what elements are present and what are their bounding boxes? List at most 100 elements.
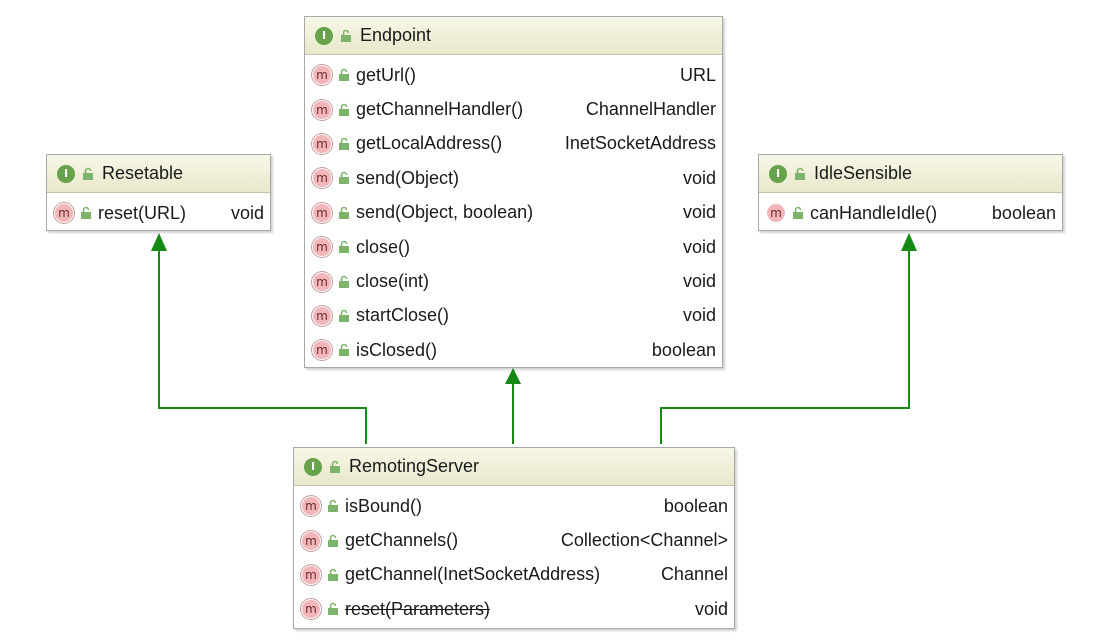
method-row[interactable]: m getChannelHandler() ChannelHandler (305, 92, 722, 126)
method-return-type: boolean (991, 202, 1056, 223)
public-lock-icon (328, 534, 338, 547)
method-row[interactable]: m close(int) void (305, 264, 722, 298)
method-return-type: void (682, 305, 716, 326)
method-m-icon: m (313, 203, 331, 222)
method-return-type: URL (679, 64, 716, 85)
interface-header: I Endpoint (305, 17, 722, 55)
method-row[interactable]: m getChannel(InetSocketAddress) Channel (294, 558, 734, 592)
method-return-type: boolean (651, 339, 716, 360)
interface-i-icon: I (304, 457, 322, 476)
interface-i-icon: I (57, 164, 75, 183)
method-return-type: void (682, 236, 716, 257)
method-return-type: void (230, 202, 264, 223)
public-lock-icon (328, 568, 338, 581)
method-name: startClose() (356, 305, 450, 326)
method-m-icon: m (302, 565, 320, 584)
method-return-type: void (682, 202, 716, 223)
method-m-icon: m (313, 238, 331, 257)
method-row[interactable]: m startClose() void (305, 299, 722, 333)
arrowhead-resetable (151, 233, 167, 251)
public-lock-icon (339, 206, 349, 219)
public-lock-icon (339, 344, 349, 357)
method-name: getUrl() (356, 64, 417, 85)
interface-title: IdleSensible (814, 163, 913, 183)
method-m-icon: m (313, 341, 331, 360)
public-lock-icon (330, 460, 340, 473)
public-lock-icon (339, 68, 349, 82)
public-lock-icon (341, 29, 351, 42)
method-return-type: Collection<Channel> (560, 530, 728, 551)
interface-i-icon: I (769, 164, 787, 183)
method-name: getLocalAddress() (356, 133, 503, 154)
method-list: m reset(URL) void (47, 193, 270, 230)
method-name: getChannelHandler() (356, 99, 524, 120)
public-lock-icon (339, 172, 349, 185)
method-list: m canHandleIdle() boolean (759, 193, 1062, 230)
method-name: getChannels() (345, 530, 459, 551)
method-row[interactable]: m send(Object, boolean) void (305, 196, 722, 230)
method-m-icon: m (313, 134, 331, 153)
interface-idlesensible[interactable]: I IdleSensible m canHandleIdle() boolean (758, 154, 1063, 231)
interface-i-icon: I (315, 26, 333, 45)
public-lock-icon (328, 603, 338, 616)
method-m-icon: m (302, 600, 320, 619)
public-lock-icon (339, 103, 349, 116)
interface-title: Resetable (102, 163, 184, 183)
method-name: canHandleIdle() (810, 202, 938, 223)
public-lock-icon (795, 167, 805, 180)
method-return-type: void (682, 271, 716, 292)
method-row[interactable]: m reset(Parameters) void (294, 592, 734, 626)
interface-resetable[interactable]: I Resetable m reset(URL) void (46, 154, 271, 231)
method-name: reset(URL) (98, 202, 187, 223)
method-return-type: void (682, 167, 716, 188)
interface-title: RemotingServer (349, 456, 480, 476)
method-list: m isBound() boolean m getChannels() Collectio… (294, 486, 734, 627)
public-lock-icon (328, 499, 338, 513)
method-row[interactable]: m getLocalAddress() InetSocketAddress (305, 127, 722, 161)
method-m-icon: m (313, 66, 331, 85)
interface-header: I RemotingServer (294, 448, 734, 486)
method-m-icon: m (313, 272, 331, 291)
method-m-icon: m (313, 100, 331, 119)
method-row[interactable]: m isBound() boolean (294, 489, 734, 523)
interface-title: Endpoint (360, 25, 432, 45)
interface-remotingserver[interactable]: I RemotingServer m isBound() boolean m getCh… (293, 447, 735, 629)
method-name: close() (356, 236, 411, 257)
method-m-icon: m (55, 204, 73, 223)
method-m-icon: m (313, 169, 331, 188)
interface-endpoint[interactable]: I Endpoint m getUrl() URL m getChannelHandle… (304, 16, 723, 368)
method-name: reset(Parameters) (345, 598, 491, 619)
method-row[interactable]: m canHandleIdle() boolean (759, 196, 1062, 230)
method-name: isClosed() (356, 339, 438, 360)
method-return-type: InetSocketAddress (564, 133, 716, 154)
method-m-icon: m (302, 497, 320, 516)
public-lock-icon (339, 309, 349, 322)
public-lock-icon (339, 275, 349, 288)
public-lock-icon (339, 240, 349, 254)
method-name: close(int) (356, 271, 430, 292)
method-m-icon: m (767, 204, 785, 223)
method-row[interactable]: m reset(URL) void (47, 196, 270, 230)
method-name: getChannel(InetSocketAddress) (345, 564, 601, 585)
method-row[interactable]: m getChannels() Collection<Channel> (294, 523, 734, 557)
method-row[interactable]: m send(Object) void (305, 161, 722, 195)
method-row[interactable]: m isClosed() boolean (305, 333, 722, 367)
public-lock-icon (83, 167, 93, 180)
method-m-icon: m (313, 306, 331, 325)
method-row[interactable]: m getUrl() URL (305, 58, 722, 92)
method-return-type: ChannelHandler (585, 99, 716, 120)
method-list: m getUrl() URL m getChannelHandler() ChannelH… (305, 55, 722, 368)
arrowhead-idlesensible (901, 233, 917, 251)
method-row[interactable]: m close() void (305, 230, 722, 264)
public-lock-icon (339, 137, 349, 150)
interface-header: I Resetable (47, 155, 270, 193)
public-lock-icon (793, 206, 803, 220)
method-return-type: Channel (660, 564, 728, 585)
arrowhead-endpoint (505, 368, 521, 384)
method-m-icon: m (302, 531, 320, 550)
method-return-type: boolean (663, 495, 728, 516)
method-name: isBound() (345, 495, 423, 516)
public-lock-icon (81, 206, 91, 220)
method-return-type: void (694, 598, 728, 619)
interface-header: I IdleSensible (759, 155, 1062, 193)
